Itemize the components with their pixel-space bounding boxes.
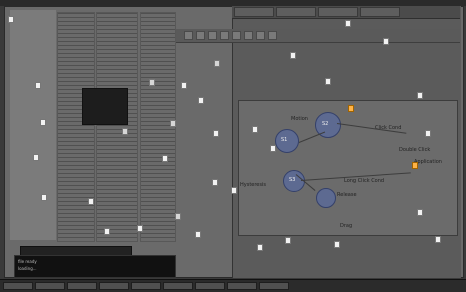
drag-label: Drag: [340, 223, 353, 229]
tool-button[interactable]: [244, 31, 253, 40]
file-icon[interactable]: [40, 119, 46, 126]
file-icon[interactable]: [149, 79, 155, 86]
taskbar-item[interactable]: [195, 282, 225, 290]
file-icon[interactable]: [195, 231, 201, 238]
taskbar-item[interactable]: [3, 282, 33, 290]
terminal-window[interactable]: file ready loading...: [14, 255, 176, 278]
long-click-label: Long Click Cond: [344, 178, 385, 184]
hysteresis-label: Hysteresis: [240, 182, 266, 188]
taskbar-item[interactable]: [99, 282, 129, 290]
file-icon[interactable]: [104, 228, 110, 235]
file-icon[interactable]: [383, 38, 389, 45]
tool-button[interactable]: [256, 31, 265, 40]
file-icon[interactable]: [231, 187, 237, 194]
file-icon[interactable]: [435, 236, 441, 243]
editor-toolbar: [176, 29, 460, 43]
release-label: Release: [337, 192, 357, 198]
file-icon[interactable]: [175, 213, 181, 220]
tool-button[interactable]: [196, 31, 205, 40]
node-label-s3: S3: [289, 177, 296, 183]
file-icon[interactable]: [214, 60, 220, 67]
file-icon[interactable]: [270, 145, 276, 152]
preview-window[interactable]: [82, 88, 128, 125]
file-icon[interactable]: [345, 20, 351, 27]
file-icon[interactable]: [334, 241, 340, 248]
file-icon[interactable]: [33, 154, 39, 161]
taskbar-item[interactable]: [131, 282, 161, 290]
taskbar-item[interactable]: [259, 282, 289, 290]
file-icon[interactable]: [257, 244, 263, 251]
tool-button[interactable]: [220, 31, 229, 40]
highlight-file-icon[interactable]: [412, 162, 418, 169]
tab-1[interactable]: [234, 7, 274, 17]
terminal-line-2: loading...: [18, 266, 37, 271]
double-click-label: Double Click: [399, 147, 431, 153]
tool-button[interactable]: [268, 31, 277, 40]
motion-label: Motion: [291, 116, 308, 122]
document-page-1: [57, 12, 95, 242]
tab-3[interactable]: [318, 7, 358, 17]
document-viewer-left: [10, 10, 56, 240]
taskbar-item[interactable]: [67, 282, 97, 290]
file-icon[interactable]: [198, 97, 204, 104]
file-icon[interactable]: [213, 130, 219, 137]
taskbar-item[interactable]: [227, 282, 257, 290]
taskbar-item[interactable]: [35, 282, 65, 290]
file-icon[interactable]: [290, 52, 296, 59]
file-icon[interactable]: [162, 155, 168, 162]
highlight-file-icon[interactable]: [348, 105, 354, 112]
file-icon[interactable]: [8, 16, 14, 23]
file-icon[interactable]: [35, 82, 41, 89]
document-page-3: [140, 12, 176, 242]
application-label: Application: [414, 159, 442, 165]
file-icon[interactable]: [170, 120, 176, 127]
tool-button[interactable]: [184, 31, 193, 40]
tool-button[interactable]: [208, 31, 217, 40]
file-icon[interactable]: [181, 82, 187, 89]
state-diagram-canvas[interactable]: [238, 100, 458, 236]
file-icon[interactable]: [285, 237, 291, 244]
tab-4[interactable]: [360, 7, 400, 17]
tab-2[interactable]: [276, 7, 316, 17]
taskbar: [0, 279, 466, 292]
file-icon[interactable]: [88, 198, 94, 205]
file-icon[interactable]: [417, 92, 423, 99]
file-icon[interactable]: [425, 130, 431, 137]
taskbar-item[interactable]: [163, 282, 193, 290]
state-node-s4[interactable]: [316, 188, 336, 208]
tool-button[interactable]: [232, 31, 241, 40]
file-icon[interactable]: [122, 128, 128, 135]
file-icon[interactable]: [137, 225, 143, 232]
editor-tabs[interactable]: [232, 6, 460, 19]
terminal-line-1: file ready: [18, 259, 37, 264]
document-page-2: [96, 12, 138, 242]
file-icon[interactable]: [417, 209, 423, 216]
file-icon[interactable]: [212, 179, 218, 186]
node-label-s1: S1: [281, 137, 288, 143]
file-icon[interactable]: [252, 126, 258, 133]
node-label-s2: S2: [322, 121, 329, 127]
file-icon[interactable]: [325, 78, 331, 85]
file-icon[interactable]: [41, 194, 47, 201]
